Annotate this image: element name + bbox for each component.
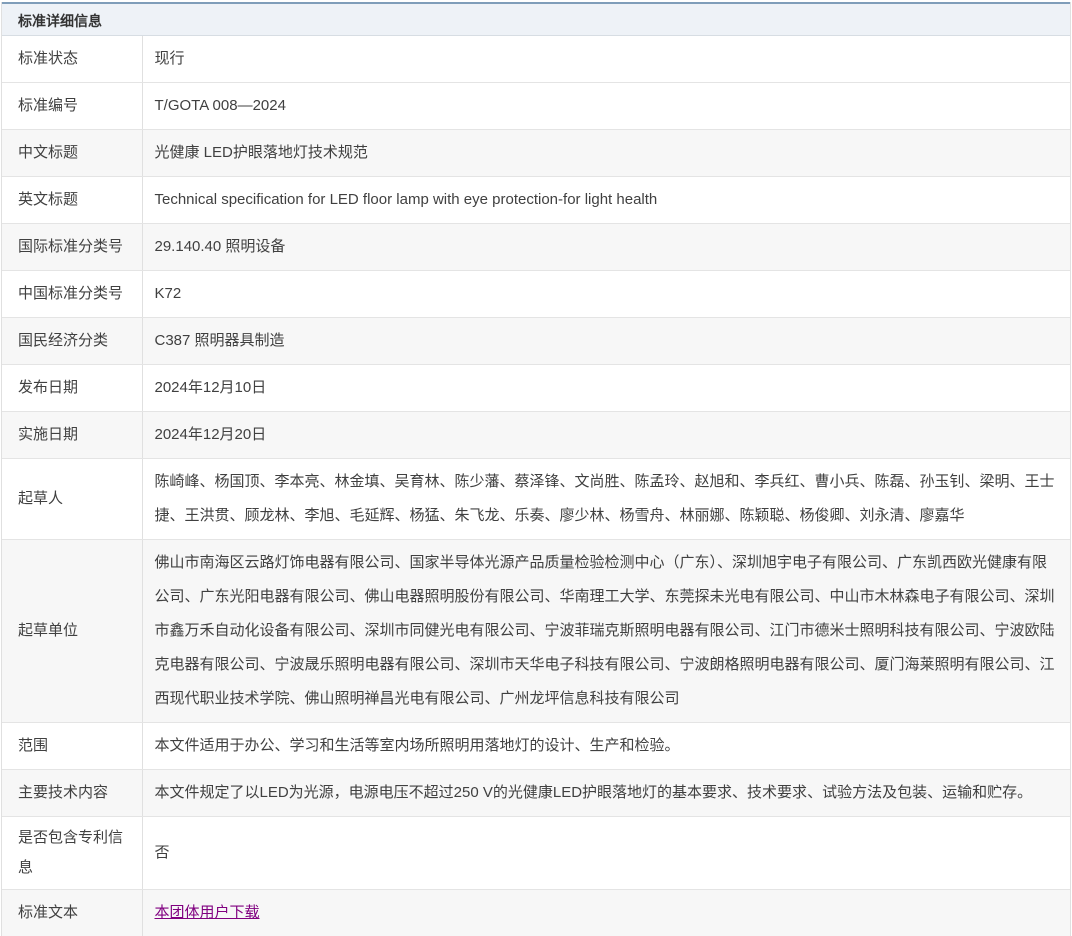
field-label: 发布日期: [2, 365, 142, 412]
field-value: 2024年12月20日: [142, 412, 1070, 459]
table-row: 实施日期 2024年12月20日: [2, 412, 1070, 459]
download-link[interactable]: 本团体用户下载: [155, 904, 260, 921]
field-value: 光健康 LED护眼落地灯技术规范: [142, 130, 1070, 177]
field-label: 起草单位: [2, 540, 142, 723]
field-label: 主要技术内容: [2, 770, 142, 817]
field-value: 陈崎峰、杨国顶、李本亮、林金填、吴育林、陈少藩、蔡泽锋、文尚胜、陈孟玲、赵旭和、…: [142, 459, 1070, 540]
table-row: 标准编号 T/GOTA 008—2024: [2, 83, 1070, 130]
table-row: 国民经济分类 C387 照明器具制造: [2, 318, 1070, 365]
field-label: 中国标准分类号: [2, 271, 142, 318]
field-value: 本文件适用于办公、学习和生活等室内场所照明用落地灯的设计、生产和检验。: [142, 723, 1070, 770]
field-value: 本文件规定了以LED为光源，电源电压不超过250 V的光健康LED护眼落地灯的基…: [142, 770, 1070, 817]
field-value: K72: [142, 271, 1070, 318]
field-value: 佛山市南海区云路灯饰电器有限公司、国家半导体光源产品质量检验检测中心（广东）、深…: [142, 540, 1070, 723]
field-value: Technical specification for LED floor la…: [142, 177, 1070, 224]
field-label: 是否包含专利信息: [2, 817, 142, 890]
table-row: 中国标准分类号 K72: [2, 271, 1070, 318]
table-row: 范围 本文件适用于办公、学习和生活等室内场所照明用落地灯的设计、生产和检验。: [2, 723, 1070, 770]
page: 标准详细信息 标准状态 现行 标准编号 T/GOTA 008—2024 中文标题…: [0, 0, 1072, 936]
field-label: 标准文本: [2, 890, 142, 936]
field-label: 国民经济分类: [2, 318, 142, 365]
table-row: 国际标准分类号 29.140.40 照明设备: [2, 224, 1070, 271]
field-label: 实施日期: [2, 412, 142, 459]
field-label: 英文标题: [2, 177, 142, 224]
field-label: 起草人: [2, 459, 142, 540]
field-value: T/GOTA 008—2024: [142, 83, 1070, 130]
field-value: 29.140.40 照明设备: [142, 224, 1070, 271]
table-row: 中文标题 光健康 LED护眼落地灯技术规范: [2, 130, 1070, 177]
field-value: 否: [142, 817, 1070, 890]
field-label: 中文标题: [2, 130, 142, 177]
field-value: 本团体用户下载: [142, 890, 1070, 936]
field-value: C387 照明器具制造: [142, 318, 1070, 365]
table-row: 是否包含专利信息 否: [2, 817, 1070, 890]
table-row: 标准状态 现行: [2, 36, 1070, 83]
table-row: 起草单位 佛山市南海区云路灯饰电器有限公司、国家半导体光源产品质量检验检测中心（…: [2, 540, 1070, 723]
field-label: 国际标准分类号: [2, 224, 142, 271]
standard-detail-panel: 标准详细信息 标准状态 现行 标准编号 T/GOTA 008—2024 中文标题…: [1, 2, 1071, 936]
table-row: 发布日期 2024年12月10日: [2, 365, 1070, 412]
panel-title: 标准详细信息: [2, 2, 1070, 36]
field-label: 标准状态: [2, 36, 142, 83]
standard-detail-table: 标准状态 现行 标准编号 T/GOTA 008—2024 中文标题 光健康 LE…: [2, 36, 1070, 936]
table-row: 主要技术内容 本文件规定了以LED为光源，电源电压不超过250 V的光健康LED…: [2, 770, 1070, 817]
field-label: 标准编号: [2, 83, 142, 130]
field-label: 范围: [2, 723, 142, 770]
table-row: 英文标题 Technical specification for LED flo…: [2, 177, 1070, 224]
table-row: 起草人 陈崎峰、杨国顶、李本亮、林金填、吴育林、陈少藩、蔡泽锋、文尚胜、陈孟玲、…: [2, 459, 1070, 540]
field-value: 2024年12月10日: [142, 365, 1070, 412]
field-value: 现行: [142, 36, 1070, 83]
table-row: 标准文本 本团体用户下载: [2, 890, 1070, 936]
